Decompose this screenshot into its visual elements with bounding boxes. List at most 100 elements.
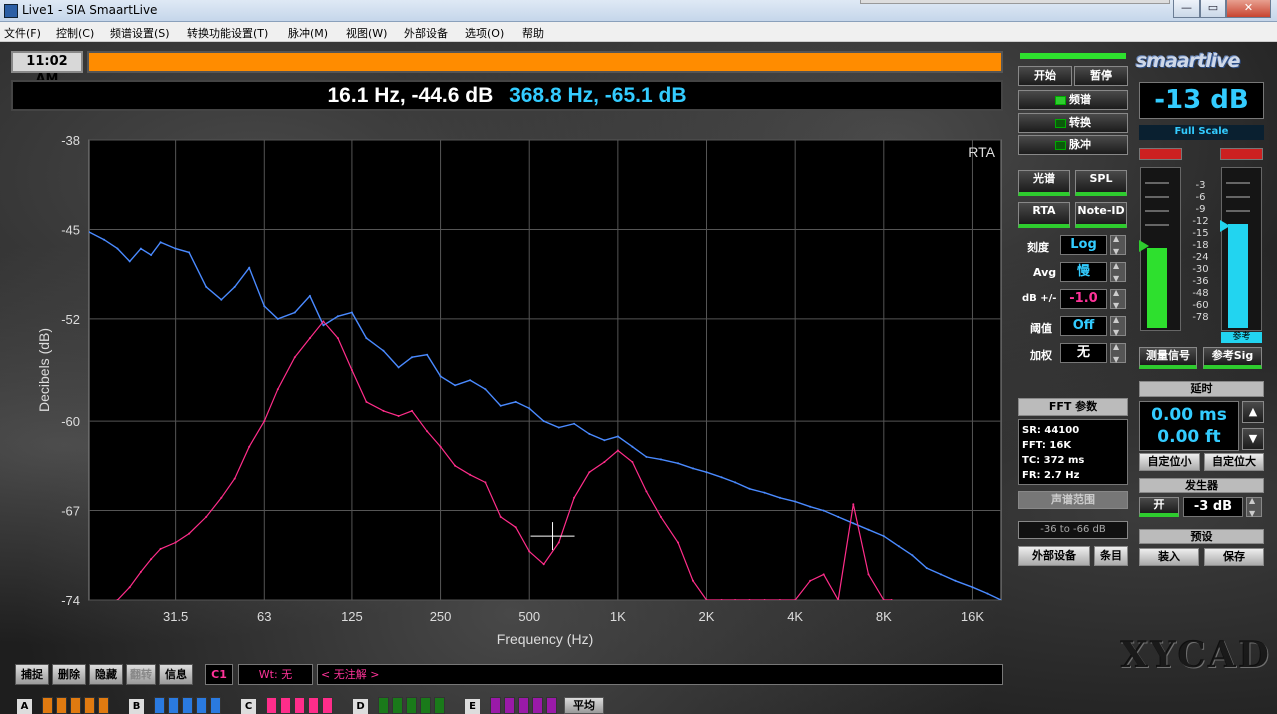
threshold-spinner[interactable] <box>1110 315 1126 337</box>
minimize-button[interactable]: — <box>1173 0 1200 18</box>
meas-level-fill <box>1147 248 1167 328</box>
mem-bank-c-label[interactable]: C <box>241 699 256 714</box>
menu-external[interactable]: 外部设备 <box>404 25 448 41</box>
delete-button[interactable]: 删除 <box>52 664 86 685</box>
scale-spinner[interactable] <box>1110 234 1126 256</box>
info-button[interactable]: 信息 <box>159 664 193 685</box>
measurement-point <box>528 407 531 410</box>
measurement-point <box>705 471 708 474</box>
y-tick-label: -67 <box>61 504 80 519</box>
x-tick-label: 250 <box>430 609 452 624</box>
menu-control[interactable]: 控制(C) <box>56 25 94 41</box>
reference-point <box>852 503 855 506</box>
custom-small-button[interactable]: 自定位小 <box>1139 453 1200 471</box>
mem-slot[interactable] <box>196 697 207 714</box>
input-level-display: -13 dB <box>1139 82 1264 119</box>
mem-slot[interactable] <box>378 697 389 714</box>
mem-slot[interactable] <box>546 697 557 714</box>
measurement-point <box>882 535 885 538</box>
mem-slot[interactable] <box>154 697 165 714</box>
mem-slot[interactable] <box>70 697 81 714</box>
mem-slot[interactable] <box>280 697 291 714</box>
external-device-button[interactable]: 外部设备 <box>1018 546 1090 566</box>
reference-point <box>645 490 648 493</box>
menu-spectrum-settings[interactable]: 频谱设置(S) <box>110 25 170 41</box>
reference-point <box>128 586 131 589</box>
mem-slot[interactable] <box>308 697 319 714</box>
generator-level-spinner[interactable] <box>1246 496 1262 518</box>
delay-up-button[interactable]: ▲ <box>1242 401 1264 423</box>
capture-button[interactable]: 捕捉 <box>15 664 49 685</box>
hide-button[interactable]: 隐藏 <box>89 664 123 685</box>
weighting-spinner[interactable] <box>1110 342 1126 364</box>
close-button[interactable]: ✕ <box>1226 0 1271 18</box>
spectrum-view-button[interactable]: 光谱 <box>1018 170 1070 196</box>
flip-button[interactable]: 翻转 <box>126 664 156 685</box>
mem-slot[interactable] <box>84 697 95 714</box>
note-id-button[interactable]: Note-ID <box>1075 202 1127 228</box>
smaartlive-logo: smaartlive <box>1136 50 1241 72</box>
measurement-point <box>897 545 900 548</box>
mode-transfer-button[interactable]: 转换 <box>1018 113 1128 133</box>
reference-point <box>159 547 162 550</box>
threshold-value[interactable]: Off <box>1060 316 1107 336</box>
title-bar: Live1 - SIA SmaartLive — ▭ ✕ <box>0 0 1277 22</box>
mem-slot[interactable] <box>518 697 529 714</box>
menu-impulse[interactable]: 脉冲(M) <box>288 25 328 41</box>
avg-value[interactable]: 慢 <box>1060 262 1107 282</box>
menu-transfer-settings[interactable]: 转换功能设置(T) <box>187 25 268 41</box>
reference-point <box>263 420 266 423</box>
pause-button[interactable]: 暂停 <box>1074 66 1128 86</box>
menu-options[interactable]: 选项(O) <box>465 25 504 41</box>
db-offset-value[interactable]: -1.0 <box>1060 289 1107 309</box>
mem-slot[interactable] <box>406 697 417 714</box>
measurement-point <box>557 426 560 429</box>
mem-slot[interactable] <box>182 697 193 714</box>
mem-slot[interactable] <box>322 697 333 714</box>
ref-signal-button[interactable]: 参考Sig <box>1203 347 1262 369</box>
annotation-field[interactable]: < 无注解 > <box>317 664 1003 685</box>
maximize-button[interactable]: ▭ <box>1200 0 1226 18</box>
mem-bank-e-label[interactable]: E <box>465 699 480 714</box>
bar-button[interactable]: 条目 <box>1094 546 1128 566</box>
generator-level[interactable]: -3 dB <box>1183 497 1243 517</box>
weighting-value[interactable]: 无 <box>1060 343 1107 363</box>
mem-slot[interactable] <box>532 697 543 714</box>
mem-slot[interactable] <box>434 697 445 714</box>
generator-on-button[interactable]: 开 <box>1139 497 1179 517</box>
rta-chart[interactable]: 31.5 63 125 250 500 1K 2K 4K 8K 16K -38 -45 -52 -60 -6… <box>0 120 1010 650</box>
mem-slot[interactable] <box>490 697 501 714</box>
mode-spectrum-button[interactable]: 频谱 <box>1018 90 1128 110</box>
menu-help[interactable]: 帮助 <box>522 25 544 41</box>
load-button[interactable]: 装入 <box>1139 548 1199 566</box>
menu-view[interactable]: 视图(W) <box>346 25 387 41</box>
mem-slot[interactable] <box>392 697 403 714</box>
average-button[interactable]: 平均 <box>564 697 604 714</box>
delay-down-button[interactable]: ▼ <box>1242 428 1264 450</box>
db-offset-spinner[interactable] <box>1110 288 1126 310</box>
mem-slot[interactable] <box>56 697 67 714</box>
mem-slot[interactable] <box>42 697 53 714</box>
mode-impulse-button[interactable]: 脉冲 <box>1018 135 1128 155</box>
delay-display: 0.00 ms 0.00 ft <box>1139 401 1239 451</box>
start-button[interactable]: 开始 <box>1018 66 1072 86</box>
mem-slot[interactable] <box>504 697 515 714</box>
custom-large-button[interactable]: 自定位大 <box>1204 453 1264 471</box>
mem-slot[interactable] <box>210 697 221 714</box>
mem-bank-a-label[interactable]: A <box>17 699 32 714</box>
mem-slot[interactable] <box>266 697 277 714</box>
spectrum-range-button[interactable]: 声谱范围 <box>1018 491 1128 509</box>
mem-slot[interactable] <box>420 697 431 714</box>
menu-file[interactable]: 文件(F) <box>4 25 41 41</box>
mem-bank-d-label[interactable]: D <box>353 699 368 714</box>
mem-bank-b-label[interactable]: B <box>129 699 144 714</box>
mem-slot[interactable] <box>98 697 109 714</box>
spl-button[interactable]: SPL <box>1075 170 1127 196</box>
rta-button[interactable]: RTA <box>1018 202 1070 228</box>
scale-value[interactable]: Log <box>1060 235 1107 255</box>
meas-signal-button[interactable]: 测量信号 <box>1139 347 1197 369</box>
save-button[interactable]: 保存 <box>1204 548 1264 566</box>
mem-slot[interactable] <box>168 697 179 714</box>
mem-slot[interactable] <box>294 697 305 714</box>
avg-spinner[interactable] <box>1110 261 1126 283</box>
